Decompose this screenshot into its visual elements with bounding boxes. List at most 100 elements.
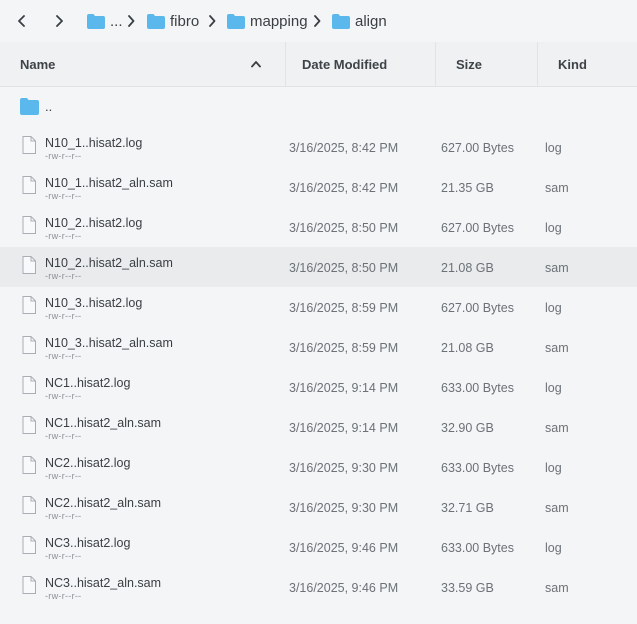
file-size: 627.00 Bytes (441, 221, 514, 235)
file-kind: log (545, 381, 562, 395)
file-row[interactable]: NC1..hisat2.log -rw-r--r-- 3/16/2025, 9:14… (0, 367, 637, 407)
file-icon (22, 256, 36, 274)
breadcrumb-label: fibro (170, 12, 200, 30)
file-size: 21.08 GB (441, 261, 494, 275)
file-name: NC1..hisat2.log (45, 376, 131, 390)
chevron-right-icon (128, 15, 135, 27)
file-name: NC3..hisat2_aln.sam (45, 576, 162, 590)
file-date: 3/16/2025, 9:14 PM (289, 421, 399, 435)
file-date: 3/16/2025, 9:14 PM (289, 381, 399, 395)
column-divider[interactable] (435, 42, 436, 86)
file-kind: sam (545, 581, 569, 595)
file-name: N10_1..hisat2.log (45, 136, 143, 150)
forward-button[interactable] (48, 10, 70, 32)
file-permissions: -rw-r--r-- (45, 471, 82, 481)
column-date-label: Date Modified (302, 56, 388, 72)
column-name-header[interactable]: Name (20, 42, 55, 86)
back-button[interactable] (11, 10, 33, 32)
file-name: NC2..hisat2_aln.sam (45, 496, 162, 510)
file-size: 627.00 Bytes (441, 141, 514, 155)
file-size: 32.90 GB (441, 421, 494, 435)
file-date: 3/16/2025, 8:50 PM (289, 261, 399, 275)
file-icon (22, 536, 36, 554)
chevron-up-icon[interactable] (250, 58, 262, 70)
column-divider[interactable] (537, 42, 538, 86)
file-kind: log (545, 461, 562, 475)
breadcrumb-ellipsis[interactable]: ... (87, 10, 123, 32)
file-name: N10_3..hisat2.log (45, 296, 143, 310)
column-name-label: Name (20, 56, 56, 72)
file-permissions: -rw-r--r-- (45, 431, 82, 441)
folder-icon (20, 98, 39, 115)
folder-icon (87, 13, 105, 29)
file-date: 3/16/2025, 8:50 PM (289, 221, 399, 235)
breadcrumb-separator (126, 14, 136, 28)
file-size: 33.59 GB (441, 581, 494, 595)
breadcrumb-align[interactable]: align (332, 10, 387, 32)
file-row[interactable]: N10_2..hisat2.log -rw-r--r-- 3/16/2025, 8:… (0, 207, 637, 247)
file-icon (22, 376, 36, 394)
column-date-header[interactable]: Date Modified (302, 42, 387, 86)
breadcrumb-label: mapping (250, 12, 308, 30)
file-date: 3/16/2025, 8:59 PM (289, 301, 399, 315)
file-date: 3/16/2025, 8:59 PM (289, 341, 399, 355)
column-header: Name Date Modified Size Kind (0, 42, 637, 87)
breadcrumb-fibro[interactable]: fibro (147, 10, 199, 32)
file-date: 3/16/2025, 9:46 PM (289, 541, 399, 555)
file-row[interactable]: N10_1..hisat2.log -rw-r--r-- 3/16/2025, 8:… (0, 127, 637, 167)
file-size: 21.35 GB (441, 181, 494, 195)
file-permissions: -rw-r--r-- (45, 231, 82, 241)
file-icon (22, 416, 36, 434)
file-size: 21.08 GB (441, 341, 494, 355)
file-row[interactable]: NC2..hisat2.log -rw-r--r-- 3/16/2025, 9:30… (0, 447, 637, 487)
file-name: N10_3..hisat2_aln.sam (45, 336, 173, 350)
file-row[interactable]: N10_2..hisat2_aln.sam -rw-r--r-- 3/16/2025… (0, 247, 637, 287)
toolbar: ... fibro mapping align (0, 0, 637, 42)
breadcrumb-separator (312, 14, 322, 28)
file-name: N10_1..hisat2_aln.sam (45, 176, 173, 190)
file-icon (22, 576, 36, 594)
file-icon (22, 456, 36, 474)
file-permissions: -rw-r--r-- (45, 391, 82, 401)
file-row[interactable]: N10_3..hisat2.log -rw-r--r-- 3/16/2025, 8:… (0, 287, 637, 327)
file-size: 633.00 Bytes (441, 381, 514, 395)
file-size: 633.00 Bytes (441, 541, 514, 555)
folder-icon (332, 13, 350, 29)
file-kind: sam (545, 421, 569, 435)
chevron-right-icon (56, 15, 63, 27)
file-date: 3/16/2025, 9:46 PM (289, 581, 399, 595)
file-date: 3/16/2025, 9:30 PM (289, 461, 399, 475)
file-permissions: -rw-r--r-- (45, 511, 82, 521)
file-row[interactable]: N10_3..hisat2_aln.sam -rw-r--r-- 3/16/2025… (0, 327, 637, 367)
file-icon (22, 136, 36, 154)
file-permissions: -rw-r--r-- (45, 271, 82, 281)
file-row[interactable]: NC3..hisat2_aln.sam -rw-r--r-- 3/16/2025, … (0, 567, 637, 607)
file-kind: sam (545, 341, 569, 355)
file-name: NC3..hisat2.log (45, 536, 131, 550)
file-row[interactable]: NC1..hisat2_aln.sam -rw-r--r-- 3/16/2025, … (0, 407, 637, 447)
column-divider[interactable] (285, 42, 286, 86)
column-kind-header[interactable]: Kind (558, 42, 587, 86)
file-kind: log (545, 301, 562, 315)
breadcrumb-mapping[interactable]: mapping (227, 10, 308, 32)
file-name: NC2..hisat2.log (45, 456, 131, 470)
file-name: NC1..hisat2_aln.sam (45, 416, 162, 430)
file-date: 3/16/2025, 8:42 PM (289, 141, 399, 155)
file-kind: sam (545, 181, 569, 195)
file-row[interactable]: NC2..hisat2_aln.sam -rw-r--r-- 3/16/2025, … (0, 487, 637, 527)
file-permissions: -rw-r--r-- (45, 351, 82, 361)
file-kind: log (545, 541, 562, 555)
parent-folder-row[interactable]: .. (0, 88, 637, 126)
file-kind: sam (545, 501, 569, 515)
file-size: 633.00 Bytes (441, 461, 514, 475)
file-permissions: -rw-r--r-- (45, 551, 82, 561)
chevron-right-icon (209, 15, 216, 27)
chevron-right-icon (314, 15, 321, 27)
file-size: 627.00 Bytes (441, 301, 514, 315)
column-size-header[interactable]: Size (456, 42, 482, 86)
folder-icon (147, 13, 165, 29)
file-row[interactable]: NC3..hisat2.log -rw-r--r-- 3/16/2025, 9:46… (0, 527, 637, 567)
folder-icon (227, 13, 245, 29)
file-date: 3/16/2025, 8:42 PM (289, 181, 399, 195)
file-row[interactable]: N10_1..hisat2_aln.sam -rw-r--r-- 3/16/2025… (0, 167, 637, 207)
